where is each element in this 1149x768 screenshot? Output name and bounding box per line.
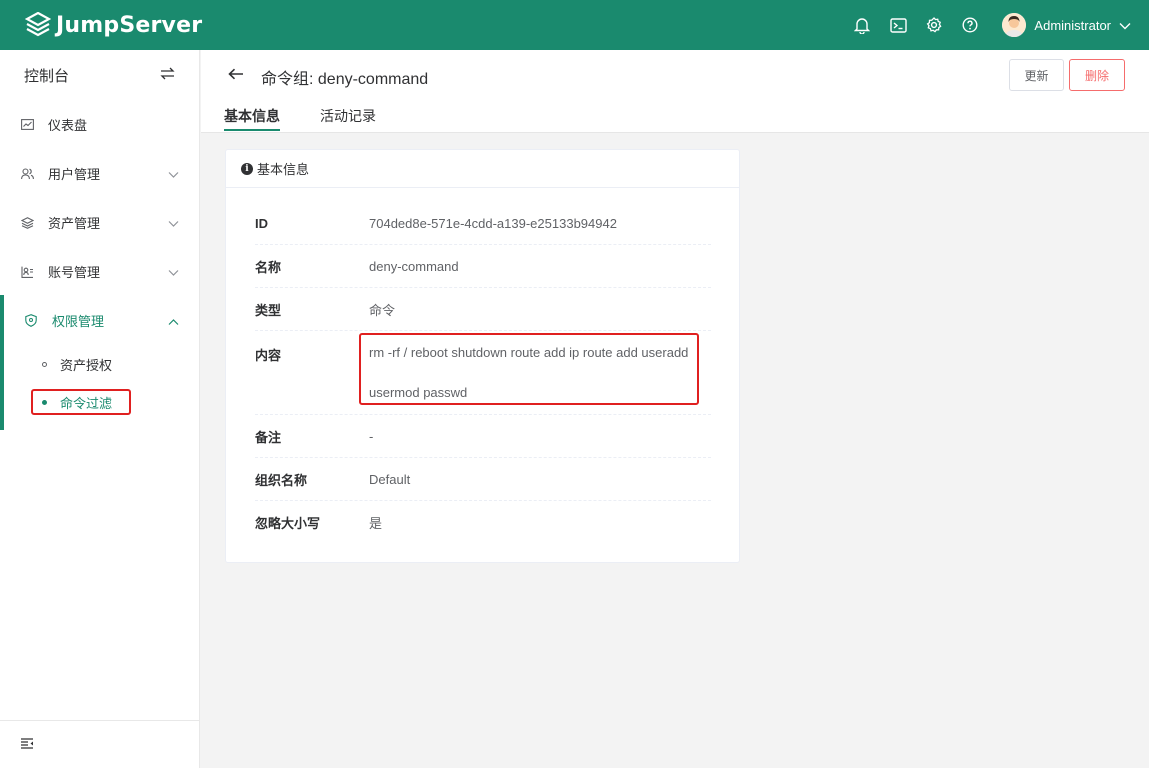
card-title: 基本信息 — [257, 162, 310, 177]
detail-key: 名称 — [255, 259, 282, 275]
brand-logo[interactable]: JumpServer — [24, 11, 202, 39]
user-menu[interactable]: Administrator — [1002, 13, 1131, 37]
sidebar-subitem-label: 资产授权 — [60, 357, 113, 373]
sidebar-item-assets[interactable]: 资产管理 — [0, 198, 199, 247]
brand-name: JumpServer — [56, 12, 203, 38]
highlight-box — [31, 389, 131, 415]
detail-key: 组织名称 — [255, 472, 308, 488]
tab-activity-log[interactable]: 活动记录 — [320, 106, 376, 126]
detail-key: 类型 — [255, 302, 282, 318]
sidebar-item-dashboard[interactable]: 仪表盘 — [0, 100, 199, 149]
update-button[interactable]: 更新 — [1009, 59, 1064, 91]
back-arrow-icon[interactable] — [227, 65, 245, 83]
detail-value: Default — [369, 471, 411, 487]
sidebar-item-label: 权限管理 — [52, 314, 105, 329]
users-icon — [20, 167, 34, 181]
tab-basic-info[interactable]: 基本信息 — [224, 106, 280, 126]
sidebar-title: 控制台 — [24, 67, 70, 85]
sidebar-item-label: 仪表盘 — [48, 118, 88, 133]
collapse-sidebar-icon[interactable] — [20, 737, 34, 752]
active-indicator — [0, 295, 4, 430]
layers-icon — [20, 216, 34, 230]
detail-row: ID 704ded8e-571e-4cdd-a139-e25133b94942 — [255, 202, 711, 245]
settings-icon[interactable] — [924, 15, 944, 35]
highlight-box — [359, 333, 699, 405]
sidebar-item-permissions[interactable]: 权限管理 — [0, 296, 199, 345]
help-icon[interactable] — [960, 15, 980, 35]
shield-icon — [24, 314, 38, 328]
detail-value: 命令 — [369, 302, 396, 318]
terminal-icon[interactable] — [888, 15, 908, 35]
top-navbar: JumpServer Administrator — [0, 0, 1149, 50]
detail-value: 是 — [369, 516, 383, 531]
dashboard-icon — [20, 118, 34, 132]
sidebar-footer — [0, 720, 199, 768]
jumpserver-logo-icon — [24, 11, 52, 39]
user-name: Administrator — [1034, 17, 1111, 33]
sidebar-item-accounts[interactable]: 账号管理 — [0, 247, 199, 296]
switch-view-icon[interactable] — [160, 67, 175, 83]
detail-key: 备注 — [255, 429, 282, 445]
detail-row: 名称 deny-command — [255, 245, 711, 288]
detail-key: 内容 — [255, 348, 282, 363]
sidebar-item-label: 资产管理 — [48, 216, 101, 231]
bell-icon[interactable] — [852, 15, 872, 35]
delete-button[interactable]: 删除 — [1069, 59, 1125, 91]
detail-value: 704ded8e-571e-4cdd-a139-e25133b94942 — [369, 215, 617, 231]
sidebar-item-label: 账号管理 — [48, 265, 101, 280]
chevron-down-icon — [168, 264, 179, 279]
detail-value: deny-command — [369, 258, 459, 274]
sidebar-item-label: 用户管理 — [48, 167, 101, 182]
bullet-icon — [42, 361, 47, 367]
info-icon: i — [241, 162, 253, 175]
detail-row: 忽略大小写 是 — [255, 501, 711, 544]
page-header: 命令组: deny-command 更新 删除 基本信息 活动记录 — [201, 50, 1149, 133]
detail-row: 组织名称 Default — [255, 458, 711, 501]
detail-row: 备注 - — [255, 415, 711, 458]
sidebar-item-users[interactable]: 用户管理 — [0, 149, 199, 198]
detail-value: - — [369, 428, 374, 444]
accounts-icon — [20, 265, 34, 279]
detail-key: 忽略大小写 — [255, 516, 321, 531]
chevron-down-icon — [1119, 18, 1131, 33]
chevron-down-icon — [168, 215, 179, 230]
detail-key: ID — [255, 215, 268, 231]
chevron-down-icon — [168, 166, 179, 181]
chevron-up-icon — [168, 313, 179, 328]
avatar — [1002, 13, 1027, 37]
sidebar: 控制台 仪表盘 用户管理 资产管理 账号管理 权限管理 资产授权 命令过滤 — [0, 50, 200, 768]
sidebar-subitem-asset-permission[interactable]: 资产授权 — [0, 345, 199, 383]
page-title: 命令组: deny-command — [261, 71, 429, 88]
tab-active-indicator — [224, 129, 280, 131]
